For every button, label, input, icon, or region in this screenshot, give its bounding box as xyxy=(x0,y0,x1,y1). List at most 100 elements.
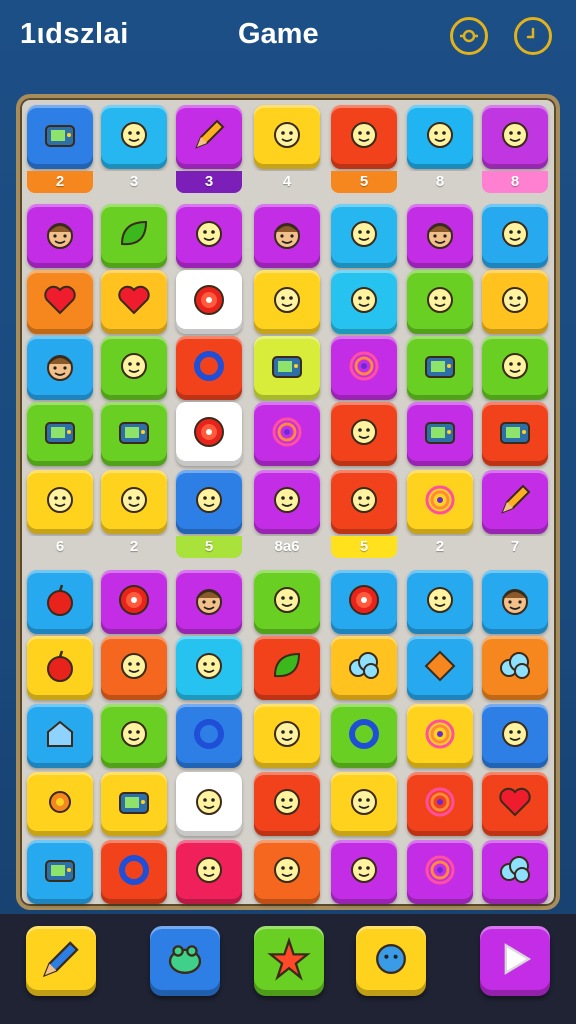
tile[interactable] xyxy=(407,336,473,400)
tile[interactable] xyxy=(101,772,167,836)
tile[interactable] xyxy=(331,636,397,700)
tile[interactable] xyxy=(482,336,548,400)
tile[interactable] xyxy=(331,270,397,334)
tile[interactable] xyxy=(482,402,548,466)
tile[interactable] xyxy=(101,402,167,466)
frog-tool-icon xyxy=(162,936,208,987)
settings-button[interactable] xyxy=(450,17,488,55)
tile[interactable] xyxy=(254,636,320,700)
tile[interactable] xyxy=(331,105,397,169)
tile[interactable] xyxy=(176,772,242,836)
rocket-icon xyxy=(420,280,460,325)
tile[interactable] xyxy=(176,570,242,634)
tile[interactable] xyxy=(27,570,93,634)
tile[interactable] xyxy=(331,402,397,466)
tile[interactable] xyxy=(331,570,397,634)
tile[interactable] xyxy=(27,270,93,334)
tile[interactable] xyxy=(254,270,320,334)
tile[interactable] xyxy=(331,336,397,400)
tile[interactable] xyxy=(482,470,548,534)
frog-tool-button[interactable] xyxy=(150,926,220,996)
tile[interactable] xyxy=(27,704,93,768)
play-button[interactable] xyxy=(480,926,550,996)
tile[interactable] xyxy=(331,772,397,836)
tile[interactable] xyxy=(101,470,167,534)
tile[interactable] xyxy=(482,636,548,700)
tile[interactable] xyxy=(482,204,548,268)
heart-icon xyxy=(114,280,154,325)
tile[interactable] xyxy=(27,402,93,466)
tile[interactable] xyxy=(482,704,548,768)
tile[interactable] xyxy=(407,636,473,700)
cross-icon xyxy=(344,480,384,525)
tile[interactable] xyxy=(254,570,320,634)
tile[interactable] xyxy=(176,840,242,904)
tile[interactable] xyxy=(176,336,242,400)
pencil-tool-button[interactable] xyxy=(26,926,96,996)
tile[interactable] xyxy=(254,840,320,904)
tile[interactable] xyxy=(101,105,167,169)
tile[interactable] xyxy=(482,570,548,634)
tile[interactable] xyxy=(27,470,93,534)
spiral-icon xyxy=(420,714,460,759)
tile[interactable] xyxy=(176,402,242,466)
tile[interactable] xyxy=(27,204,93,268)
tile-count-badge: 8 xyxy=(482,171,548,193)
tile[interactable] xyxy=(176,204,242,268)
tile[interactable] xyxy=(407,204,473,268)
ripple-icon xyxy=(267,412,307,457)
tile[interactable] xyxy=(101,270,167,334)
tile[interactable] xyxy=(407,570,473,634)
tile[interactable] xyxy=(176,704,242,768)
tile[interactable] xyxy=(407,772,473,836)
tile[interactable] xyxy=(176,105,242,169)
candy-icon xyxy=(114,480,154,525)
tile[interactable] xyxy=(176,636,242,700)
tile[interactable] xyxy=(482,772,548,836)
tile[interactable] xyxy=(101,704,167,768)
tile[interactable] xyxy=(254,336,320,400)
tile[interactable] xyxy=(101,636,167,700)
tile[interactable] xyxy=(407,704,473,768)
star-tool-button[interactable] xyxy=(254,926,324,996)
tile[interactable] xyxy=(27,105,93,169)
tile[interactable] xyxy=(407,105,473,169)
tile[interactable] xyxy=(482,105,548,169)
gear-tool-button[interactable] xyxy=(356,926,426,996)
target-icon xyxy=(114,580,154,625)
tile[interactable] xyxy=(27,840,93,904)
tile[interactable] xyxy=(27,636,93,700)
tile[interactable] xyxy=(407,270,473,334)
tile[interactable] xyxy=(101,840,167,904)
coin-s-icon xyxy=(189,850,229,895)
flame-icon xyxy=(420,115,460,160)
tile[interactable] xyxy=(101,570,167,634)
play-icon xyxy=(492,936,538,987)
tile[interactable] xyxy=(407,470,473,534)
tile[interactable] xyxy=(254,470,320,534)
tile[interactable] xyxy=(27,772,93,836)
bottle-icon xyxy=(267,782,307,827)
tile[interactable] xyxy=(176,270,242,334)
tile[interactable] xyxy=(482,270,548,334)
orange-face-icon xyxy=(267,850,307,895)
tile[interactable] xyxy=(254,105,320,169)
tile[interactable] xyxy=(407,402,473,466)
tile-count-badge: 8 xyxy=(407,171,473,193)
tile[interactable] xyxy=(254,402,320,466)
tile[interactable] xyxy=(254,704,320,768)
tile[interactable] xyxy=(407,840,473,904)
ring-icon xyxy=(189,346,229,391)
tile[interactable] xyxy=(331,840,397,904)
tile[interactable] xyxy=(331,470,397,534)
tile[interactable] xyxy=(482,840,548,904)
tile[interactable] xyxy=(331,704,397,768)
timer-button[interactable] xyxy=(514,17,552,55)
tile[interactable] xyxy=(254,204,320,268)
tile[interactable] xyxy=(331,204,397,268)
tile[interactable] xyxy=(254,772,320,836)
tile[interactable] xyxy=(176,470,242,534)
tile[interactable] xyxy=(101,204,167,268)
tile[interactable] xyxy=(27,336,93,400)
tile[interactable] xyxy=(101,336,167,400)
